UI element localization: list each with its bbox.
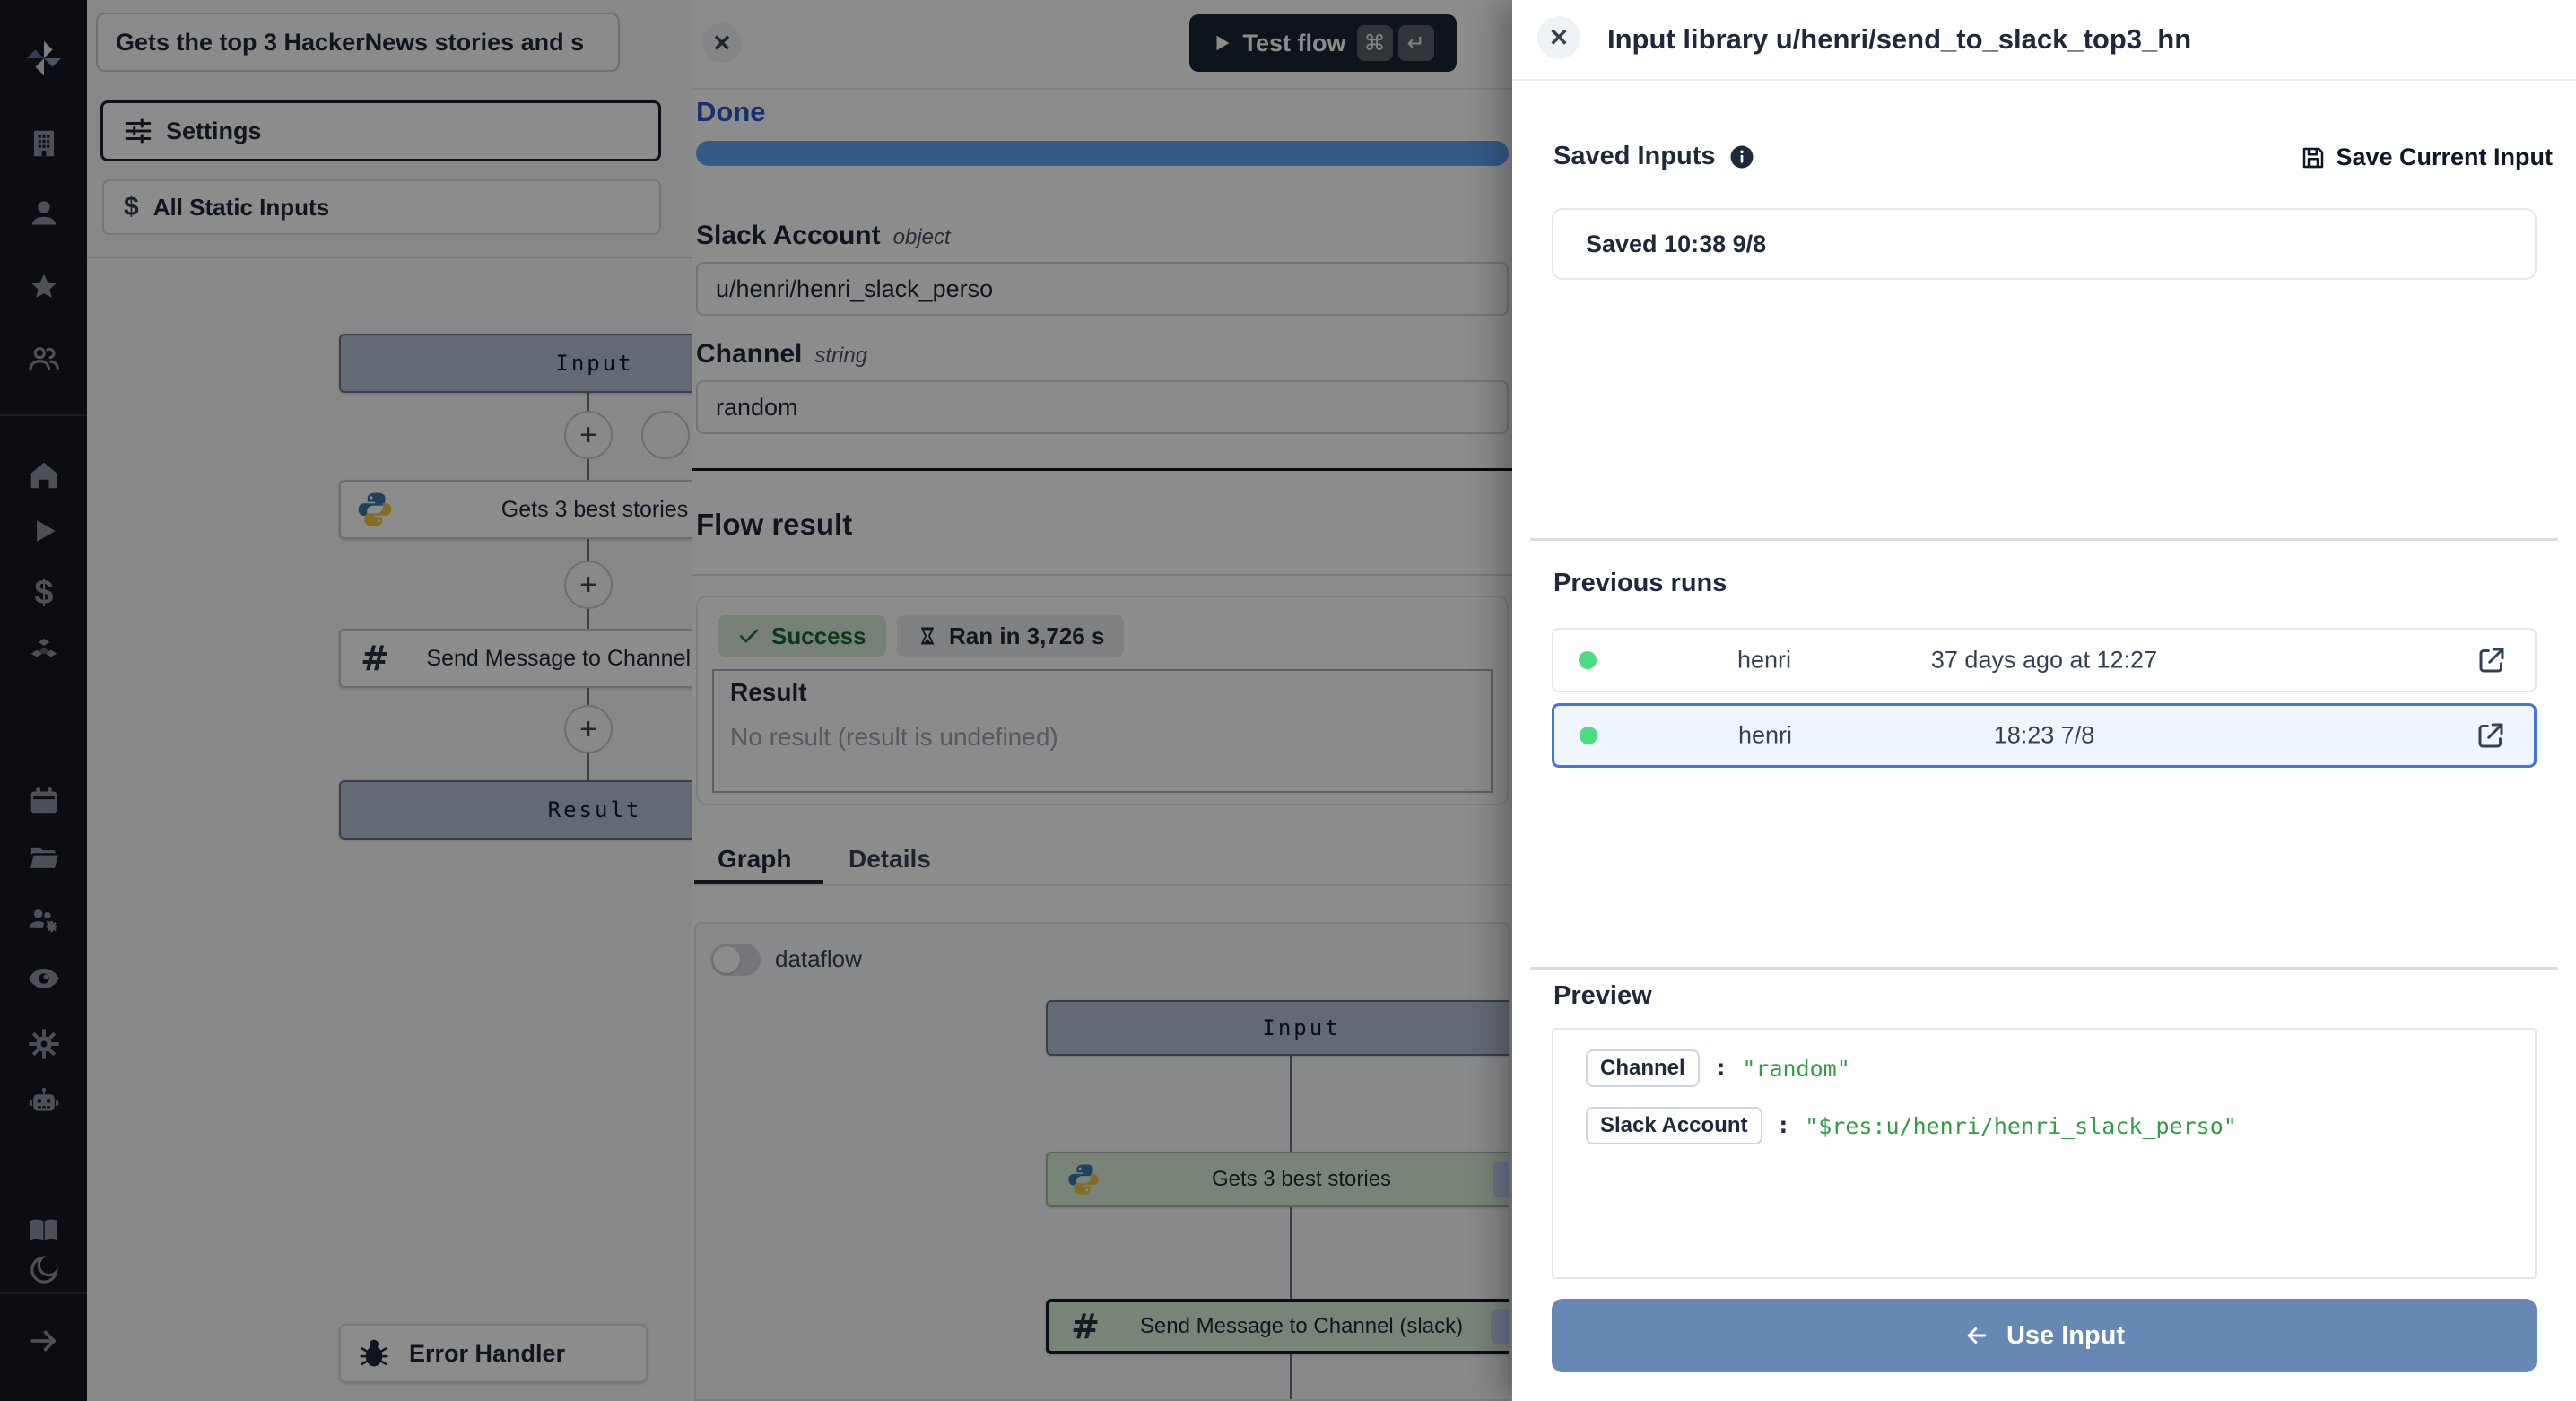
input-library-drawer: ✕ Input library u/henri/send_to_slack_to… xyxy=(1512,0,2576,1401)
previous-runs-heading: Previous runs xyxy=(1553,569,1727,598)
run-time: 37 days ago at 12:27 xyxy=(1553,647,2535,674)
save-icon xyxy=(2300,144,2327,171)
divider xyxy=(1530,538,2558,541)
modal-overlay[interactable] xyxy=(0,0,1512,1401)
close-icon: ✕ xyxy=(1549,24,1570,52)
preview-key: Slack Account xyxy=(1586,1107,1762,1144)
preview-entry: Channel : "random" xyxy=(1586,1049,1850,1087)
preview-heading: Preview xyxy=(1553,981,1652,1011)
preview-value: "$res:u/henri/henri_slack_perso" xyxy=(1805,1113,2237,1139)
preview-value: "random" xyxy=(1742,1056,1849,1082)
preview-key: Channel xyxy=(1586,1049,1700,1087)
previous-run-row-selected[interactable]: henri 18:23 7/8 xyxy=(1552,703,2537,768)
library-title: Input library u/henri/send_to_slack_top3… xyxy=(1607,23,2191,56)
saved-input-item[interactable]: Saved 10:38 9/8 xyxy=(1552,208,2537,280)
colon: : xyxy=(1777,1112,1791,1139)
saved-inputs-heading: Saved Inputs xyxy=(1553,142,1755,171)
divider xyxy=(1530,967,2558,970)
arrow-left-icon xyxy=(1963,1322,1990,1349)
external-link-icon[interactable] xyxy=(2476,644,2508,676)
run-time: 18:23 7/8 xyxy=(1554,722,2534,750)
external-link-icon[interactable] xyxy=(2475,719,2507,752)
use-input-button[interactable]: Use Input xyxy=(1552,1299,2537,1372)
info-icon[interactable] xyxy=(1728,144,1755,170)
previous-run-row[interactable]: henri 37 days ago at 12:27 xyxy=(1552,628,2537,692)
colon: : xyxy=(1714,1055,1728,1082)
save-current-input-button[interactable]: Save Current Input xyxy=(2300,144,2553,171)
windmill-app: $ xyxy=(0,0,2576,1401)
preview-box: Channel : "random" Slack Account : "$res… xyxy=(1552,1028,2537,1279)
preview-entry: Slack Account : "$res:u/henri/henri_slac… xyxy=(1586,1107,2237,1144)
divider xyxy=(1512,79,2576,81)
close-library-button[interactable]: ✕ xyxy=(1537,16,1580,59)
